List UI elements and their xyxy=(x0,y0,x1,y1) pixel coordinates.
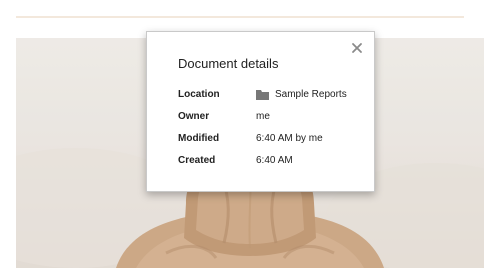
document-details-dialog: Document details Location Sample Reports… xyxy=(146,31,375,192)
dialog-title: Document details xyxy=(178,56,279,71)
created-value: 6:40 AM xyxy=(256,155,293,166)
location-label: Location xyxy=(178,89,220,100)
top-divider xyxy=(16,16,464,18)
detail-row-modified: Modified 6:40 AM by me xyxy=(178,133,368,147)
close-icon[interactable] xyxy=(350,41,364,55)
detail-row-created: Created 6:40 AM xyxy=(178,155,368,169)
modified-value: 6:40 AM by me xyxy=(256,133,323,144)
created-label: Created xyxy=(178,155,216,166)
modified-label: Modified xyxy=(178,133,220,144)
folder-icon xyxy=(256,89,269,100)
owner-label: Owner xyxy=(178,111,210,122)
location-link[interactable]: Sample Reports xyxy=(256,89,347,100)
owner-value: me xyxy=(256,111,270,122)
page: Document details Location Sample Reports… xyxy=(0,0,500,268)
location-value: Sample Reports xyxy=(275,89,347,100)
detail-row-owner: Owner me xyxy=(178,111,368,125)
detail-row-location: Location Sample Reports xyxy=(178,89,368,103)
